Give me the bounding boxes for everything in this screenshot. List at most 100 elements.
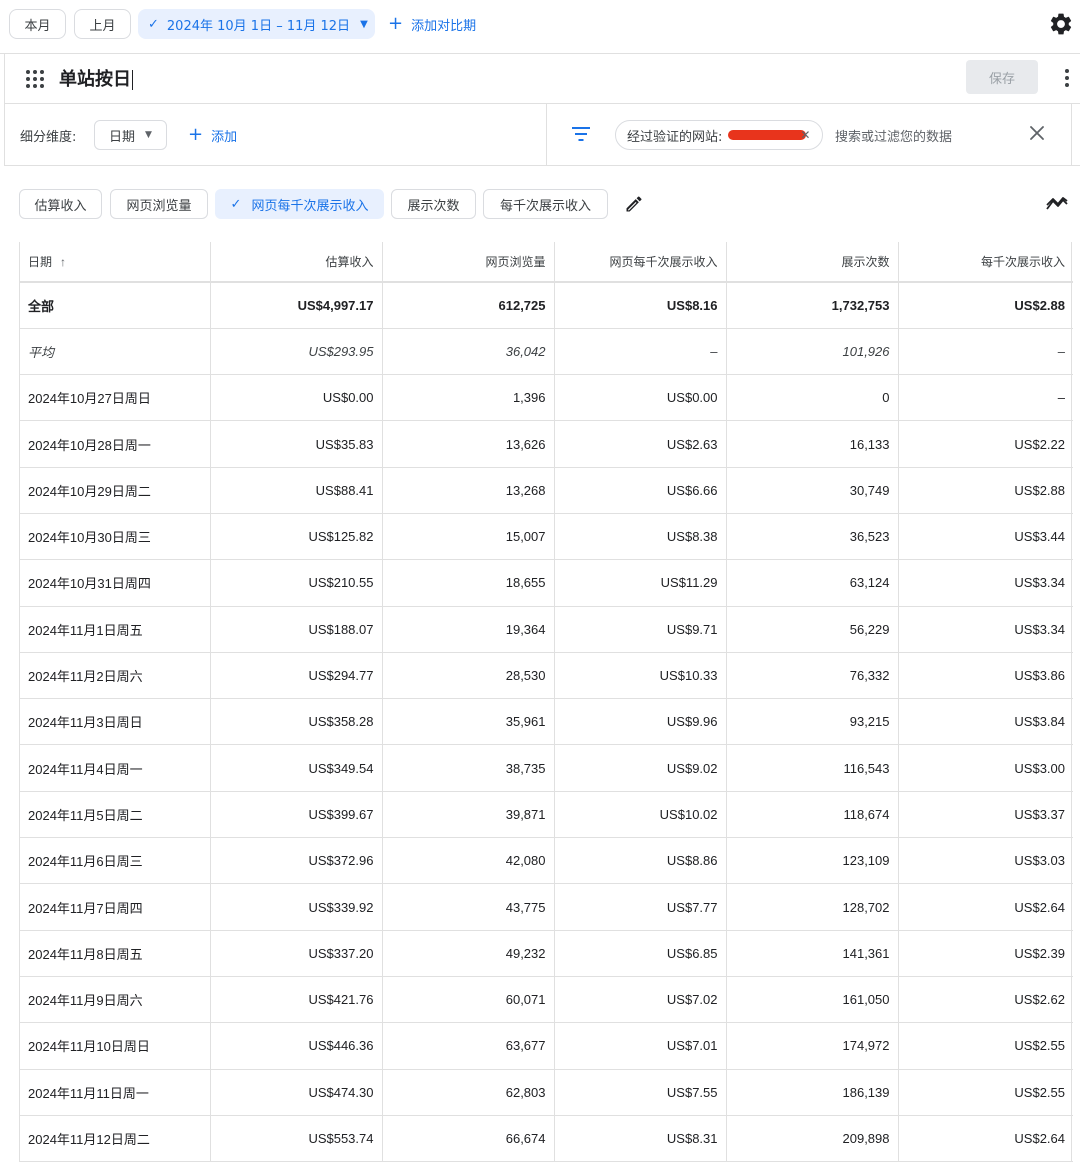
date-range-selector[interactable]: ✓ 2024年 10月 1日 – 11月 12日 ▼ — [138, 9, 375, 39]
dimension-value: 日期 — [109, 129, 136, 145]
metric-chip-impressions[interactable]: 展示次数 — [391, 189, 476, 219]
table-cell: US$2.88 — [898, 467, 1073, 514]
table-row: 2024年11月5日周二 US$399.67 39,871 US$10.02 118,6… — [20, 791, 1073, 839]
table-cell: US$2.64 — [898, 1115, 1073, 1163]
divider — [1071, 104, 1072, 166]
table-row: 2024年11月11日周一 US$474.30 62,803 US$7.55 186,1… — [20, 1069, 1073, 1116]
sort-ascending-icon: ↑ — [60, 255, 67, 269]
total-row: 全部 US$4,997.17 612,725 US$8.16 1,732,753… — [20, 282, 1073, 329]
table-cell: US$8.38 — [554, 513, 727, 561]
table-cell: US$0.00 — [210, 374, 383, 422]
add-dimension-label: 添加 — [211, 129, 238, 145]
table-cell: US$9.02 — [554, 744, 727, 792]
metric-chip-label: 网页每千次展示收入 — [251, 198, 369, 214]
last-month-button[interactable]: 上月 — [74, 9, 131, 39]
table-cell: 2024年11月6日周三 — [20, 837, 211, 885]
column-header-impression-rpm[interactable]: 每千次展示收入 — [898, 242, 1073, 283]
report-title-text: 单站按日 — [59, 69, 131, 90]
metric-chip-page-rpm[interactable]: ✓ 网页每千次展示收入 — [215, 189, 384, 219]
table-cell: 16,133 — [726, 420, 899, 468]
table-row: 2024年11月12日周二 US$553.74 66,674 US$8.31 209,8… — [20, 1115, 1073, 1163]
table-cell: 209,898 — [726, 1115, 899, 1163]
check-icon: ✓ — [148, 16, 159, 32]
table-cell: 123,109 — [726, 837, 899, 885]
table-cell: 76,332 — [726, 652, 899, 700]
add-dimension-button[interactable]: + 添加 — [188, 120, 237, 150]
table-cell: US$2.88 — [898, 282, 1073, 329]
dimension-label: 细分维度: — [20, 130, 77, 145]
table-cell: 2024年11月9日周六 — [20, 976, 211, 1024]
table-cell: 19,364 — [382, 606, 555, 653]
table-cell: 2024年10月31日周四 — [20, 559, 211, 607]
table-row: 2024年11月7日周四 US$339.92 43,775 US$7.77 128,70… — [20, 883, 1073, 931]
table-cell: US$3.86 — [898, 652, 1073, 700]
site-filter-chip[interactable]: 经过验证的网站: ✕ — [615, 120, 823, 150]
table-cell: US$10.33 — [554, 652, 727, 700]
table-cell: 66,674 — [382, 1115, 555, 1163]
save-button[interactable]: 保存 — [966, 60, 1038, 94]
table-cell: 2024年11月2日周六 — [20, 652, 211, 700]
table-cell: US$2.62 — [898, 976, 1073, 1024]
remove-chip-icon[interactable]: ✕ — [800, 128, 810, 142]
report-title-input[interactable]: 单站按日 — [59, 65, 133, 91]
table-cell: 0 — [726, 374, 899, 422]
this-month-button[interactable]: 本月 — [9, 9, 66, 39]
table-cell: 36,523 — [726, 513, 899, 561]
table-row: 2024年11月3日周日 US$358.28 35,961 US$9.96 93,215… — [20, 698, 1073, 746]
metric-chip-impression-rpm[interactable]: 每千次展示收入 — [483, 189, 608, 219]
table-cell: US$7.01 — [554, 1022, 727, 1070]
more-vert-icon[interactable] — [1064, 68, 1070, 88]
table-row: 2024年10月27日周日 US$0.00 1,396 US$0.00 0– — [20, 374, 1073, 422]
trend-icon[interactable] — [1046, 196, 1068, 212]
metric-chip-estimated-revenue[interactable]: 估算收入 — [19, 189, 102, 219]
table-cell: US$6.85 — [554, 930, 727, 977]
table-cell: US$293.95 — [210, 328, 383, 376]
add-compare-button[interactable]: + 添加对比期 — [388, 9, 476, 39]
table-row: 2024年11月10日周日 US$446.36 63,677 US$7.01 174,9… — [20, 1022, 1073, 1070]
table-cell: US$2.63 — [554, 420, 727, 468]
table-row: 2024年10月31日周四 US$210.55 18,655 US$11.29 63,1… — [20, 559, 1073, 607]
column-header-pageviews[interactable]: 网页浏览量 — [382, 242, 555, 283]
close-icon[interactable] — [1029, 125, 1045, 141]
table-cell: US$2.55 — [898, 1069, 1073, 1116]
table-cell: 63,677 — [382, 1022, 555, 1070]
apps-grid-icon[interactable] — [25, 69, 45, 89]
column-header-page-rpm[interactable]: 网页每千次展示收入 — [554, 242, 727, 283]
table-cell: 2024年11月7日周四 — [20, 883, 211, 931]
pencil-icon[interactable] — [624, 194, 644, 214]
table-cell: 2024年11月8日周五 — [20, 930, 211, 977]
table-cell: 30,749 — [726, 467, 899, 514]
table-cell: 2024年11月4日周一 — [20, 744, 211, 792]
column-header-impressions[interactable]: 展示次数 — [726, 242, 899, 283]
table-cell: 56,229 — [726, 606, 899, 653]
table-cell: – — [554, 328, 727, 376]
table-cell: US$8.31 — [554, 1115, 727, 1163]
gear-icon[interactable] — [1048, 11, 1074, 37]
table-cell: US$188.07 — [210, 606, 383, 653]
table-row: 2024年10月29日周二 US$88.41 13,268 US$6.66 30,749… — [20, 467, 1073, 514]
table-cell: 2024年11月5日周二 — [20, 791, 211, 839]
table-cell: – — [898, 374, 1073, 422]
table-cell: 116,543 — [726, 744, 899, 792]
plus-icon: + — [388, 13, 404, 34]
table-cell: US$3.03 — [898, 837, 1073, 885]
table-header-row: 日期 ↑ 估算收入 网页浏览量 网页每千次展示收入 展示次数 每千次展示收入 — [20, 242, 1073, 283]
search-filter-input[interactable]: 搜索或过滤您的数据 — [835, 126, 952, 145]
dimension-select[interactable]: 日期 ▼ — [94, 120, 167, 150]
table-cell: US$3.00 — [898, 744, 1073, 792]
table-cell: US$3.34 — [898, 559, 1073, 607]
add-compare-label: 添加对比期 — [411, 18, 477, 34]
table-cell: US$2.55 — [898, 1022, 1073, 1070]
metric-chip-pageviews[interactable]: 网页浏览量 — [110, 189, 208, 219]
table-cell: US$2.64 — [898, 883, 1073, 931]
table-cell: US$474.30 — [210, 1069, 383, 1116]
report-title-bar: 单站按日 保存 — [4, 54, 1080, 104]
column-header-estimated-revenue[interactable]: 估算收入 — [210, 242, 383, 283]
table-cell: US$3.84 — [898, 698, 1073, 746]
plus-icon: + — [188, 124, 204, 145]
table-cell: US$10.02 — [554, 791, 727, 839]
column-header-date[interactable]: 日期 ↑ — [20, 242, 211, 283]
filter-icon[interactable] — [571, 126, 591, 142]
table-cell: 2024年11月12日周二 — [20, 1115, 211, 1163]
table-cell: 93,215 — [726, 698, 899, 746]
